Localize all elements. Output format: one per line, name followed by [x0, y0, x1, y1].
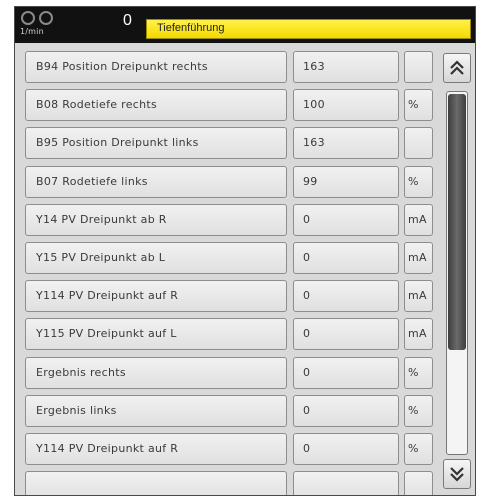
scroll-up-button[interactable] [443, 53, 471, 83]
parameter-row: B08 Rodetiefe rechts 100% [15, 89, 435, 121]
parameter-unit[interactable]: mA [404, 280, 433, 312]
parameter-unit[interactable]: % [404, 166, 433, 198]
parameter-label[interactable]: Ergebnis rechts [25, 357, 287, 389]
parameter-list: B94 Position Dreipunkt rechts 163 B08 Rode… [15, 51, 435, 495]
scroll-down-button[interactable] [443, 459, 471, 489]
gauge-icon [39, 11, 53, 25]
parameter-row: Ergebnis rechts 0% [15, 357, 435, 389]
parameter-label[interactable]: Ergebnis links [25, 395, 287, 427]
parameter-unit[interactable]: % [404, 395, 433, 427]
parameter-row: B95 Position Dreipunkt links 163 [15, 127, 435, 159]
rpm-indicator: 1/min [19, 9, 59, 41]
parameter-label[interactable]: Y14 PV Dreipunkt ab R [25, 204, 287, 236]
parameter-value[interactable]: 163 [293, 51, 399, 83]
screen-frame: 1/min 0 Tiefenführung B94 Position Dreip… [14, 6, 476, 496]
parameter-label[interactable]: Y114 PV Dreipunkt auf R [25, 280, 287, 312]
parameter-unit[interactable]: mA [404, 204, 433, 236]
parameter-row: Y14 PV Dreipunkt ab R 0 mA [15, 204, 435, 236]
parameter-unit[interactable]: mA [404, 318, 433, 350]
parameter-value[interactable]: 0 [293, 242, 399, 274]
parameter-label[interactable]: Y115 PV Dreipunkt auf L [25, 318, 287, 350]
parameter-unit[interactable]: % [404, 433, 433, 465]
parameter-value[interactable]: 99 [293, 166, 399, 198]
parameter-row: B94 Position Dreipunkt rechts 163 [15, 51, 435, 83]
double-chevron-down-icon [450, 467, 464, 482]
parameter-value[interactable]: 0 [293, 318, 399, 350]
rpm-value: 0 [123, 12, 132, 29]
parameter-row: Y114 PV Dreipunkt auf R 0 mA [15, 280, 435, 312]
parameter-label[interactable]: Y15 PV Dreipunkt ab L [25, 242, 287, 274]
parameter-label[interactable]: Y114 PV Dreipunkt auf R [25, 433, 287, 465]
page-title: Tiefenführung [157, 22, 225, 34]
parameter-label[interactable]: B07 Rodetiefe links [25, 166, 287, 198]
parameter-value[interactable]: 163 [293, 127, 399, 159]
parameter-unit[interactable]: mA [404, 242, 433, 274]
parameter-label[interactable]: B94 Position Dreipunkt rechts [25, 51, 287, 83]
parameter-value[interactable] [293, 471, 399, 495]
parameter-unit[interactable]: % [404, 89, 433, 121]
status-header: 1/min 0 Tiefenführung [15, 7, 475, 43]
page-title-bar: Tiefenführung [146, 19, 471, 39]
parameter-row: Y114 PV Dreipunkt auf R 0% [15, 433, 435, 465]
parameter-value[interactable]: 0 [293, 357, 399, 389]
gauge-icon [21, 11, 35, 25]
parameter-unit[interactable]: % [404, 357, 433, 389]
parameter-value[interactable]: 0 [293, 433, 399, 465]
parameter-unit[interactable] [404, 471, 433, 495]
parameter-value[interactable]: 0 [293, 204, 399, 236]
parameter-unit[interactable] [404, 51, 433, 83]
rpm-unit-label: 1/min [20, 27, 44, 36]
parameter-unit[interactable] [404, 127, 433, 159]
parameter-row: B07 Rodetiefe links 99% [15, 166, 435, 198]
parameter-label[interactable]: B95 Position Dreipunkt links [25, 127, 287, 159]
double-chevron-up-icon [450, 60, 464, 75]
parameter-label[interactable]: B08 Rodetiefe rechts [25, 89, 287, 121]
scrollbar-thumb[interactable] [448, 94, 466, 350]
parameter-row: Ergebnis links 0% [15, 395, 435, 427]
parameter-label[interactable] [25, 471, 287, 495]
scrollbar-track[interactable] [446, 91, 468, 455]
parameter-row [15, 471, 435, 495]
parameter-value[interactable]: 0 [293, 395, 399, 427]
parameter-row: Y115 PV Dreipunkt auf L 0 mA [15, 318, 435, 350]
parameter-value[interactable]: 100 [293, 89, 399, 121]
parameter-row: Y15 PV Dreipunkt ab L 0 mA [15, 242, 435, 274]
parameter-value[interactable]: 0 [293, 280, 399, 312]
